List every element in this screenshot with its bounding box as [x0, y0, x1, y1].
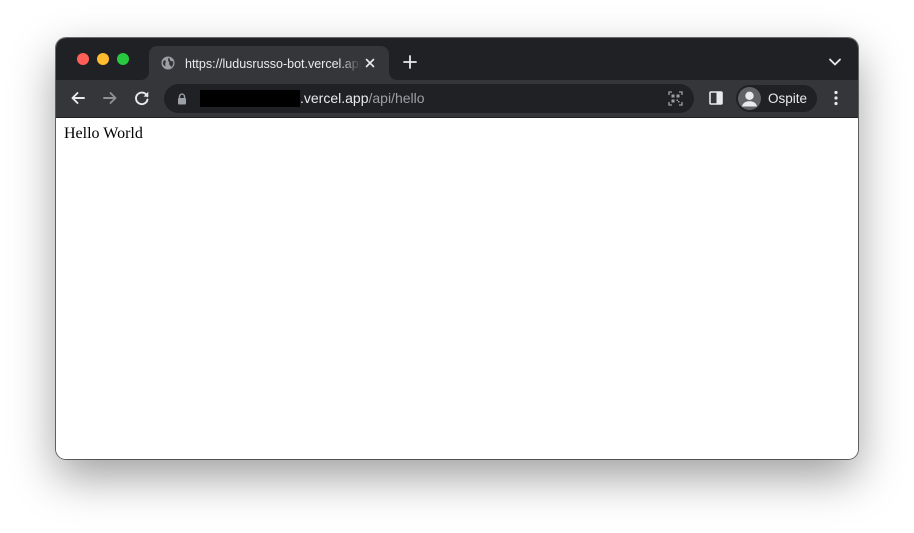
reload-icon[interactable]	[133, 89, 151, 107]
kebab-menu-icon[interactable]	[833, 90, 839, 106]
qr-code-icon[interactable]	[668, 91, 683, 106]
address-url: .vercel.app/api/hello	[300, 89, 425, 108]
toolbar: .vercel.app/api/hello Ospite	[56, 80, 858, 118]
profile-button[interactable]: Ospite	[736, 85, 817, 112]
profile-label: Ospite	[768, 91, 808, 106]
redacted-subdomain	[200, 90, 300, 107]
minimize-window-icon[interactable]	[97, 53, 109, 65]
url-path: /api/hello	[368, 90, 425, 106]
address-bar[interactable]: .vercel.app/api/hello	[164, 84, 694, 113]
lock-icon[interactable]	[177, 93, 187, 105]
side-panel-icon[interactable]	[709, 91, 723, 105]
tab-title: https://ludusrusso-bot.vercel.app/api/he…	[185, 57, 361, 71]
close-window-icon[interactable]	[77, 53, 89, 65]
back-arrow-icon[interactable]	[69, 89, 87, 107]
zoom-window-icon[interactable]	[117, 53, 129, 65]
page-content: Hello World	[56, 118, 858, 459]
url-host: .vercel.app	[300, 90, 369, 106]
tab-search-chevron-icon[interactable]	[828, 57, 842, 67]
new-tab-icon[interactable]	[402, 54, 418, 70]
forward-arrow-icon[interactable]	[101, 89, 119, 107]
tab-active[interactable]: https://ludusrusso-bot.vercel.app/api/he…	[149, 46, 389, 80]
tab-close-icon[interactable]	[363, 56, 377, 70]
profile-avatar-icon	[738, 87, 761, 110]
page-text: Hello World	[64, 125, 143, 142]
browser-window: https://ludusrusso-bot.vercel.app/api/he…	[56, 38, 858, 459]
tab-strip: https://ludusrusso-bot.vercel.app/api/he…	[56, 38, 858, 80]
globe-icon	[161, 56, 175, 70]
